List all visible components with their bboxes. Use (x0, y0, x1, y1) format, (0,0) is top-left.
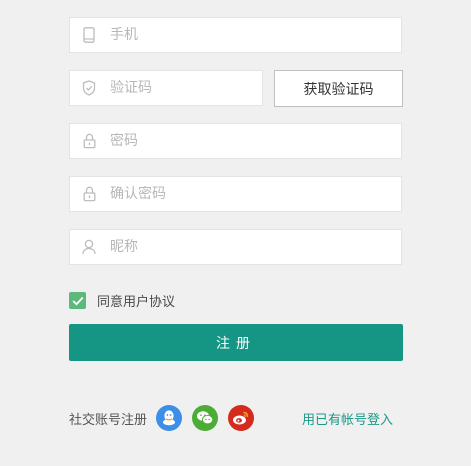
lock-icon (81, 133, 97, 149)
password-field[interactable] (69, 123, 402, 159)
social-register-label: 社交账号注册 (69, 412, 148, 428)
user-icon (81, 239, 97, 255)
nickname-field[interactable] (69, 229, 402, 265)
weibo-icon (233, 411, 249, 425)
agree-label[interactable]: 同意用户协议 (97, 291, 175, 310)
qq-button[interactable] (156, 405, 183, 431)
confirm-password-field[interactable] (69, 176, 402, 212)
register-button[interactable]: 注册 (69, 324, 403, 361)
checkmark-icon (72, 296, 83, 305)
agree-terms[interactable]: 同意用户协议 (69, 291, 175, 310)
social-register: 社交账号注册 用已有帐号登入 (69, 404, 403, 432)
password-input[interactable] (110, 133, 370, 149)
confirm-password-input[interactable] (110, 186, 370, 202)
wechat-button[interactable] (192, 405, 219, 431)
verification-code-input[interactable] (110, 80, 250, 96)
get-code-button[interactable]: 获取验证码 (274, 70, 403, 107)
phone-input[interactable] (110, 27, 370, 43)
nickname-input[interactable] (110, 239, 370, 255)
phone-icon (81, 27, 97, 43)
lock-icon (81, 186, 97, 202)
phone-field[interactable] (69, 17, 402, 53)
agree-checkbox[interactable] (69, 292, 86, 309)
qq-icon (163, 410, 176, 426)
weibo-button[interactable] (228, 405, 255, 431)
wechat-icon (197, 411, 214, 425)
login-existing-account-link[interactable]: 用已有帐号登入 (302, 409, 393, 428)
verification-code-field[interactable] (69, 70, 263, 106)
shield-icon (81, 80, 97, 96)
